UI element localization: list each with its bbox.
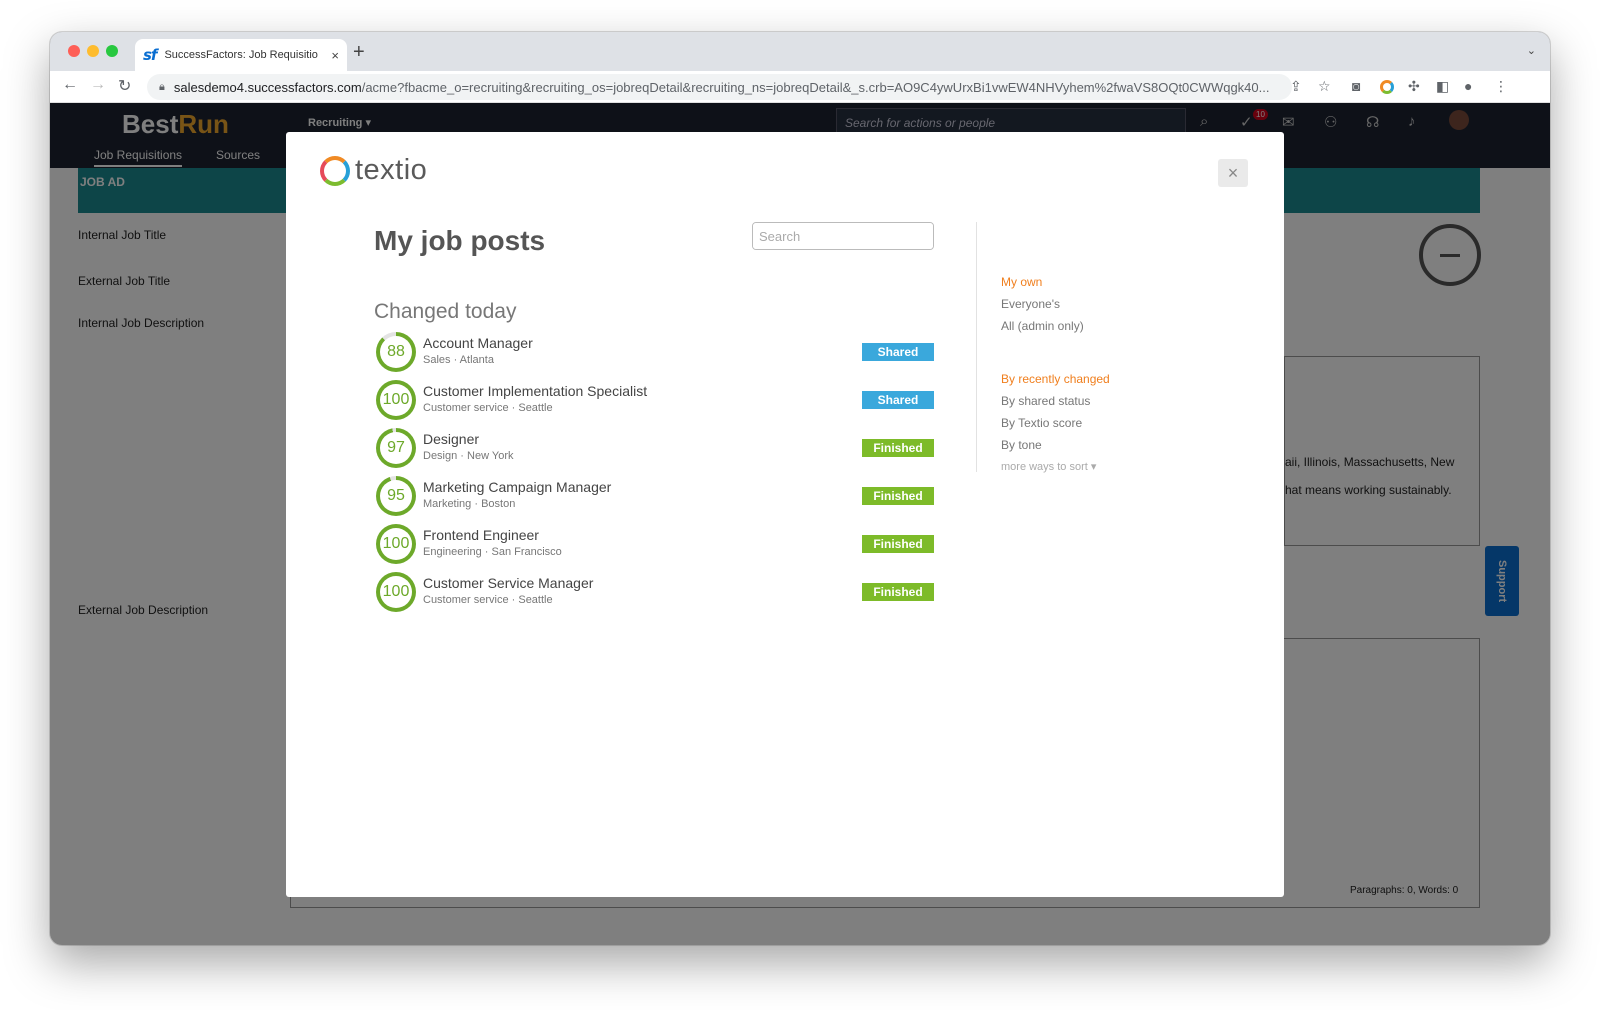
chevron-down-icon: ▾	[1090, 461, 1097, 473]
list-item[interactable]: 100 Frontend Engineer Engineering · San Fr…	[376, 524, 936, 572]
textio-score-ring: 100	[376, 524, 416, 564]
filter-everyones[interactable]: Everyone's	[1001, 293, 1084, 315]
owner-filter: My own Everyone's All (admin only)	[1001, 271, 1084, 337]
job-title[interactable]: Frontend Engineer	[423, 527, 539, 543]
close-modal-button[interactable]: ×	[1218, 159, 1248, 187]
successfactors-favicon-icon: sf	[143, 46, 158, 64]
textio-wordmark: textio	[355, 154, 428, 186]
score-value: 88	[380, 336, 412, 368]
sort-textio-score[interactable]: By Textio score	[1001, 412, 1110, 434]
profile-icon[interactable]: ●	[1464, 78, 1472, 94]
forward-arrow-icon[interactable]: →	[90, 76, 106, 94]
job-subtitle: Customer service · Seattle	[423, 402, 553, 414]
section-title: Changed today	[374, 300, 517, 323]
job-subtitle: Sales · Atlanta	[423, 354, 494, 366]
camera-icon[interactable]: ◙	[1352, 78, 1360, 94]
more-sort-options[interactable]: more ways to sort ▾	[1001, 456, 1110, 478]
sort-tone[interactable]: By tone	[1001, 434, 1110, 456]
back-arrow-icon[interactable]: ←	[62, 76, 78, 94]
list-item[interactable]: 88 Account Manager Sales · Atlanta Shared	[376, 332, 936, 380]
panel-divider	[976, 222, 977, 472]
url-host: salesdemo4.successfactors.com	[173, 79, 362, 95]
status-badge: Finished	[862, 535, 934, 553]
status-badge: Shared	[862, 343, 934, 361]
extensions-puzzle-icon[interactable]: ✣	[1408, 78, 1420, 95]
job-title[interactable]: Account Manager	[423, 335, 533, 351]
filter-all-admin[interactable]: All (admin only)	[1001, 315, 1084, 337]
address-bar[interactable]: 🔒︎ salesdemo4.successfactors.com /acme?f…	[147, 74, 1292, 100]
score-value: 100	[380, 576, 412, 608]
share-icon[interactable]: ⇪	[1290, 78, 1302, 95]
job-post-search: ⚲	[752, 222, 934, 250]
status-badge: Shared	[862, 391, 934, 409]
list-item[interactable]: 100 Customer Implementation Specialist Cus…	[376, 380, 936, 428]
textio-score-ring: 95	[376, 476, 416, 516]
job-subtitle: Engineering · San Francisco	[423, 546, 562, 558]
reload-icon[interactable]: ↻	[118, 76, 131, 96]
job-subtitle: Design · New York	[423, 450, 514, 462]
bookmark-star-icon[interactable]: ☆	[1318, 78, 1331, 95]
status-badge: Finished	[862, 583, 934, 601]
list-item[interactable]: 100 Customer Service Manager Customer serv…	[376, 572, 936, 620]
job-title[interactable]: Customer Service Manager	[423, 575, 593, 591]
list-item[interactable]: 95 Marketing Campaign Manager Marketing · …	[376, 476, 936, 524]
job-subtitle: Marketing · Boston	[423, 498, 516, 510]
tab-search-chevron-down-icon[interactable]: ⌄	[1527, 44, 1536, 57]
status-badge: Finished	[862, 439, 934, 457]
score-value: 100	[380, 528, 412, 560]
close-window-button[interactable]	[68, 45, 80, 57]
job-post-list: 88 Account Manager Sales · Atlanta Shared 10…	[376, 332, 936, 620]
maximize-window-button[interactable]	[106, 45, 118, 57]
score-value: 100	[380, 384, 412, 416]
textio-score-ring: 100	[376, 380, 416, 420]
job-subtitle: Customer service · Seattle	[423, 594, 553, 606]
new-tab-button[interactable]: +	[353, 41, 365, 64]
sort-shared-status[interactable]: By shared status	[1001, 390, 1110, 412]
textio-extension-icon[interactable]	[1380, 80, 1394, 94]
browser-toolbar: ← → ↻ 🔒︎ salesdemo4.successfactors.com /…	[50, 71, 1550, 103]
url-path: /acme?fbacme_o=recruiting&recruiting_os=…	[361, 79, 1270, 95]
filter-my-own[interactable]: My own	[1001, 271, 1084, 293]
score-value: 95	[380, 480, 412, 512]
textio-logo: textio	[320, 154, 427, 187]
side-panel-icon[interactable]: ◧	[1436, 78, 1449, 95]
tab-strip: sf SuccessFactors: Job Requisitio × + ⌄	[50, 32, 1550, 71]
kebab-menu-icon[interactable]: ⋮	[1494, 78, 1508, 95]
job-title[interactable]: Customer Implementation Specialist	[423, 383, 647, 399]
list-item[interactable]: 97 Designer Design · New York Finished	[376, 428, 936, 476]
tab-close-icon[interactable]: ×	[331, 48, 339, 63]
search-input[interactable]	[753, 223, 933, 249]
sort-options: By recently changed By shared status By …	[1001, 368, 1110, 478]
job-title[interactable]: Marketing Campaign Manager	[423, 479, 611, 495]
job-title[interactable]: Designer	[423, 431, 479, 447]
status-badge: Finished	[862, 487, 934, 505]
page-title: My job posts	[374, 225, 546, 256]
browser-tab[interactable]: sf SuccessFactors: Job Requisitio ×	[135, 39, 347, 71]
textio-ring-icon	[320, 155, 350, 186]
textio-score-ring: 88	[376, 332, 416, 372]
textio-modal: textio × My job posts ⚲ Changed today 88…	[286, 132, 1284, 897]
lock-icon: 🔒︎	[159, 80, 165, 93]
minimize-window-button[interactable]	[87, 45, 99, 57]
textio-score-ring: 100	[376, 572, 416, 612]
sort-recently-changed[interactable]: By recently changed	[1001, 368, 1110, 390]
textio-score-ring: 97	[376, 428, 416, 468]
tab-title: SuccessFactors: Job Requisitio	[164, 49, 318, 61]
score-value: 97	[380, 432, 412, 464]
browser-window: sf SuccessFactors: Job Requisitio × + ⌄ …	[50, 32, 1550, 945]
